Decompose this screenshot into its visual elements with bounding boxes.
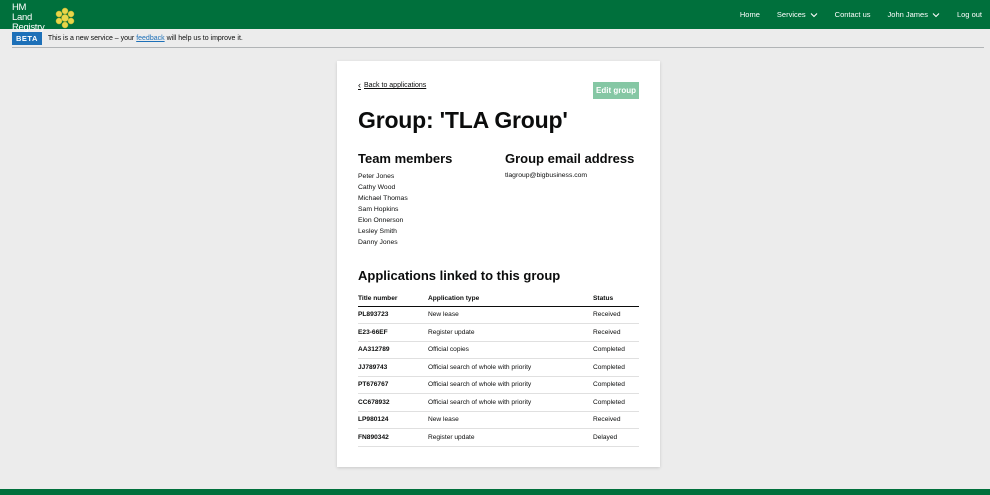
title-number-cell: LP980124	[358, 411, 428, 429]
nav-logout-label: Log out	[956, 10, 982, 19]
nav-services-label: Services	[776, 10, 806, 19]
title-number-cell: AA312789	[358, 341, 428, 359]
team-members-list: Peter Jones Cathy Wood Michael Thomas Sa…	[358, 171, 408, 248]
beta-message: This is a new service – your feedback wi…	[48, 35, 243, 42]
list-item: Danny Jones	[358, 239, 398, 246]
applications-table: Title number Application type Status PL8…	[358, 291, 639, 447]
status-cell: Completed	[593, 341, 639, 359]
status-cell: Received	[593, 411, 639, 429]
title-number-cell: CC678932	[358, 393, 428, 412]
column-header-status: Status	[593, 291, 639, 307]
group-email-value: tlagroup@bigbusiness.com	[505, 172, 588, 179]
title-number-cell: PT676767	[358, 376, 428, 394]
nav-home[interactable]: Home	[740, 10, 760, 19]
table-row: JJ789743 Official search of whole with p…	[358, 358, 639, 377]
list-item: Lesley Smith	[358, 228, 397, 235]
table-row: AA312789 Official copies Completed	[358, 341, 639, 359]
table-row: LP980124 New lease Received	[358, 411, 639, 429]
beta-tag: BETA	[12, 32, 42, 45]
column-header-title-number: Title number	[358, 291, 428, 307]
application-type-cell: Register update	[428, 428, 593, 447]
table-row: E23-66EF Register update Received	[358, 323, 639, 342]
hm-land-registry-logo[interactable]: HM Land Registry	[12, 3, 76, 33]
group-card: ‹ Back to applications Edit group Group:…	[337, 61, 660, 467]
site-header: HM Land Registry Home Services Contact u…	[0, 0, 990, 33]
logo-line-1: HM Land	[12, 2, 32, 23]
nav-contact[interactable]: Contact us	[835, 10, 871, 19]
table-row: FN890342 Register update Delayed	[358, 428, 639, 447]
application-type-cell: Official search of whole with priority	[428, 358, 593, 377]
feedback-link[interactable]: feedback	[136, 35, 164, 42]
nav-services[interactable]: Services	[777, 10, 818, 19]
application-type-cell: New lease	[428, 306, 593, 324]
beta-text-after: will help us to improve it.	[166, 35, 243, 42]
nav-user-label: John James	[887, 10, 928, 19]
nav-contact-label: Contact us	[834, 10, 871, 19]
status-cell: Completed	[593, 376, 639, 394]
table-row: CC678932 Official search of whole with p…	[358, 393, 639, 412]
main-nav: Home Services Contact us John James Log …	[723, 0, 982, 29]
list-item: Peter Jones	[358, 173, 395, 180]
list-item: Michael Thomas	[358, 195, 408, 202]
crest-icon	[55, 7, 75, 29]
status-cell: Received	[593, 306, 639, 324]
table-header-row: Title number Application type Status	[358, 291, 639, 307]
column-header-application-type: Application type	[428, 291, 593, 307]
list-item: Elon Onnerson	[358, 217, 404, 224]
list-item: Cathy Wood	[358, 184, 396, 191]
title-number-cell: PL893723	[358, 306, 428, 324]
nav-user-menu[interactable]: John James	[888, 10, 940, 19]
title-number-cell: JJ789743	[358, 358, 428, 377]
page-title: Group: 'TLA Group'	[358, 107, 568, 133]
table-row: PT676767 Official search of whole with p…	[358, 376, 639, 394]
status-cell: Received	[593, 323, 639, 342]
chevron-down-icon	[810, 12, 818, 17]
status-cell: Completed	[593, 358, 639, 377]
chevron-left-icon: ‹	[358, 80, 361, 90]
applications-heading: Applications linked to this group	[358, 268, 561, 283]
beta-text-before: This is a new service – your	[47, 35, 135, 42]
group-email-heading: Group email address	[505, 151, 635, 166]
chevron-down-icon	[932, 12, 940, 17]
application-type-cell: Register update	[428, 323, 593, 342]
application-type-cell: New lease	[428, 411, 593, 429]
team-members-heading: Team members	[358, 151, 453, 166]
status-cell: Delayed	[593, 428, 639, 447]
edit-group-button[interactable]: Edit group	[593, 82, 639, 99]
application-type-cell: Official search of whole with priority	[428, 393, 593, 412]
back-to-applications-link[interactable]: ‹ Back to applications	[358, 80, 427, 90]
beta-banner: BETA This is a new service – your feedba…	[12, 32, 984, 48]
footer-bar	[0, 489, 990, 495]
logo-text: HM Land Registry	[12, 3, 48, 33]
application-type-cell: Official copies	[428, 341, 593, 359]
title-number-cell: E23-66EF	[358, 323, 428, 342]
application-type-cell: Official search of whole with priority	[428, 376, 593, 394]
list-item: Sam Hopkins	[358, 206, 399, 213]
nav-home-label: Home	[739, 10, 760, 19]
title-number-cell: FN890342	[358, 428, 428, 447]
back-link-label: Back to applications	[364, 82, 427, 89]
table-row: PL893723 New lease Received	[358, 306, 639, 324]
status-cell: Completed	[593, 393, 639, 412]
nav-logout[interactable]: Log out	[957, 10, 982, 19]
